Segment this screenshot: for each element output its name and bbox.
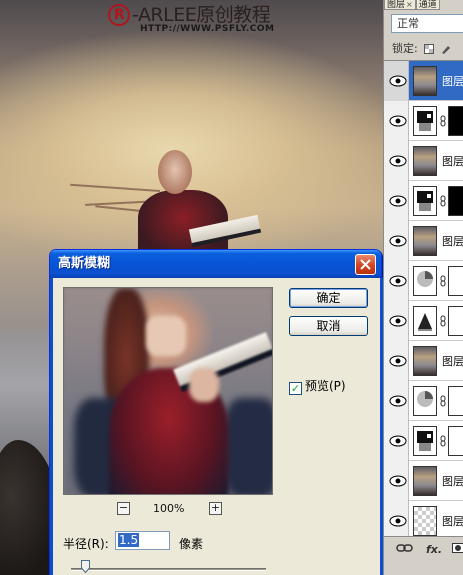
layer-row[interactable]	[384, 261, 463, 301]
visibility-eye-icon[interactable]	[388, 354, 408, 368]
gaussian-blur-dialog: 高斯模糊 确定 取消 ✓ 预览(P) − 100% + 半径(R): 1.5 像素	[49, 249, 383, 575]
layer-row[interactable]	[384, 101, 463, 141]
layer-mask-thumbnail[interactable]	[448, 266, 463, 296]
layer-mask-thumbnail[interactable]	[448, 426, 463, 456]
layer-thumbnail	[413, 466, 437, 496]
zoom-level: 100%	[153, 502, 185, 515]
visibility-eye-icon[interactable]	[388, 394, 408, 408]
lock-label: 锁定:	[392, 42, 418, 55]
close-button[interactable]	[355, 254, 376, 275]
preview-image[interactable]	[63, 287, 273, 495]
visibility-eye-icon[interactable]	[388, 234, 408, 248]
layer-thumbnail	[413, 146, 437, 176]
layer-row[interactable]: 图层	[384, 61, 463, 101]
layer-thumbnail	[413, 226, 437, 256]
figure-head	[158, 150, 192, 194]
layer-name: 图层	[442, 75, 463, 88]
layer-list: 图层 图层 图层 图层 图层 图层	[384, 60, 463, 541]
curves-adjustment-thumbnail	[413, 266, 437, 296]
link-chain-icon[interactable]	[440, 395, 446, 407]
layer-row[interactable]: 图层	[384, 461, 463, 501]
visibility-eye-icon[interactable]	[388, 114, 408, 128]
radius-label: 半径(R):	[63, 537, 109, 551]
visibility-eye-icon[interactable]	[388, 194, 408, 208]
layer-mask-thumbnail[interactable]	[448, 386, 463, 416]
layer-row[interactable]: 图层	[384, 341, 463, 381]
layer-row[interactable]: 图层	[384, 501, 463, 541]
layer-row[interactable]: 图层	[384, 221, 463, 261]
panel-tabs: 图层× 通道	[384, 0, 463, 10]
layer-name: 图层	[442, 155, 463, 168]
adjustment-thumbnail	[413, 426, 437, 456]
adjustment-thumbnail	[413, 186, 437, 216]
dialog-title[interactable]: 高斯模糊	[50, 250, 381, 278]
cancel-button[interactable]: 取消	[289, 316, 368, 336]
lock-paint-icon[interactable]	[441, 44, 451, 57]
layer-thumbnail	[413, 346, 437, 376]
radius-unit-label: 像素	[179, 537, 204, 551]
fx-icon[interactable]: fx.	[426, 543, 442, 556]
visibility-eye-icon[interactable]	[388, 154, 408, 168]
layer-name: 图层	[442, 475, 463, 488]
link-chain-icon[interactable]	[440, 315, 446, 327]
link-chain-icon[interactable]	[440, 275, 446, 287]
layer-mask-thumbnail[interactable]	[448, 306, 463, 336]
preview-checkbox[interactable]: ✓	[289, 382, 302, 395]
layer-row[interactable]	[384, 301, 463, 341]
visibility-eye-icon[interactable]	[388, 474, 408, 488]
zoom-in-button[interactable]: +	[209, 502, 222, 515]
zoom-controls: − 100% +	[117, 502, 227, 518]
layer-mask-thumbnail[interactable]	[448, 106, 463, 136]
visibility-eye-icon[interactable]	[388, 434, 408, 448]
visibility-eye-icon[interactable]	[388, 514, 408, 528]
watermark-url: HTTP://WWW.PSFLY.COM	[140, 24, 275, 34]
blend-mode-select[interactable]: 正常	[391, 14, 463, 33]
watermark-text: -ARLEE原创教程	[132, 4, 271, 26]
layer-row[interactable]	[384, 381, 463, 421]
curves-adjustment-thumbnail	[413, 386, 437, 416]
radius-input[interactable]: 1.5	[115, 531, 170, 550]
layer-name: 图层	[442, 515, 463, 528]
link-icon[interactable]	[396, 543, 414, 556]
close-icon	[360, 259, 371, 270]
transparent-layer-thumbnail	[413, 506, 437, 536]
close-icon[interactable]: ×	[406, 0, 413, 9]
radius-slider-track[interactable]	[71, 568, 266, 571]
radius-slider-thumb[interactable]	[81, 560, 90, 573]
preview-checkbox-row[interactable]: ✓ 预览(P)	[289, 377, 346, 395]
layer-thumbnail	[413, 66, 437, 96]
tab-layers[interactable]: 图层×	[384, 0, 416, 10]
link-chain-icon[interactable]	[440, 435, 446, 447]
zoom-out-button[interactable]: −	[117, 502, 130, 515]
lock-transparency-icon[interactable]	[424, 44, 435, 57]
visibility-eye-icon[interactable]	[388, 274, 408, 288]
ok-button[interactable]: 确定	[289, 288, 368, 308]
layer-row[interactable]	[384, 181, 463, 221]
link-chain-icon[interactable]	[440, 195, 446, 207]
visibility-eye-icon[interactable]	[388, 314, 408, 328]
dialog-body: 确定 取消 ✓ 预览(P) − 100% + 半径(R): 1.5 像素	[50, 278, 383, 575]
layer-row[interactable]: 图层	[384, 141, 463, 181]
layer-name: 图层	[442, 235, 463, 248]
watermark-title: R -ARLEE原创教程	[108, 0, 271, 27]
preview-label: 预览(P)	[305, 379, 346, 393]
adjustment-thumbnail	[413, 106, 437, 136]
link-chain-icon[interactable]	[440, 115, 446, 127]
layer-row[interactable]	[384, 421, 463, 461]
registered-icon: R	[108, 4, 130, 26]
layers-bottom-bar: fx.	[384, 536, 463, 575]
layers-panel: 图层× 通道 正常 锁定: 图层 图层 图层 图层 图层 图层 fx.	[383, 0, 463, 575]
layer-name: 图层	[442, 355, 463, 368]
tab-channels[interactable]: 通道	[415, 0, 440, 10]
levels-adjustment-thumbnail	[413, 306, 437, 336]
lock-row: 锁定:	[384, 40, 463, 56]
layer-mask-thumbnail[interactable]	[448, 186, 463, 216]
visibility-eye-icon[interactable]	[388, 74, 408, 88]
mask-icon[interactable]	[452, 543, 463, 556]
hair-strand	[70, 183, 161, 192]
